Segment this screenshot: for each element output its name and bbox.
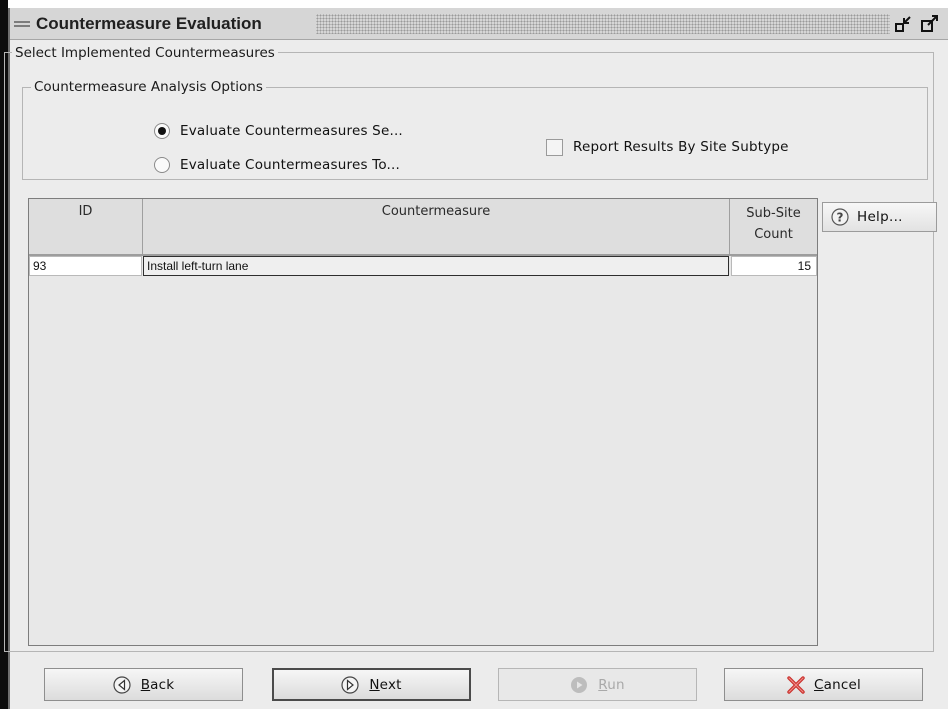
back-mnemonic: B <box>140 676 151 693</box>
cancel-button-label: Cancel <box>814 677 861 693</box>
evaluate-separately-label: Evaluate Countermeasures Se... <box>180 123 403 139</box>
radio-button-unchecked[interactable] <box>154 157 170 173</box>
next-arrow-icon <box>341 675 359 694</box>
cancel-mnemonic: C <box>814 676 824 693</box>
window-top-edge <box>0 0 948 8</box>
window-title: Countermeasure Evaluation <box>36 14 262 33</box>
column-header-sub-site-line1: Sub-Site <box>746 206 801 221</box>
column-header-countermeasure[interactable]: Countermeasure <box>143 199 730 254</box>
next-mnemonic: N <box>369 676 380 693</box>
run-mnemonic: R <box>598 676 608 693</box>
back-arrow-icon <box>113 675 131 694</box>
help-mnemonic: H <box>857 209 868 225</box>
cancel-label-rest: ancel <box>823 676 861 693</box>
run-icon <box>570 676 588 694</box>
title-drag-area[interactable] <box>316 14 890 34</box>
maximize-icon[interactable] <box>920 14 942 34</box>
help-label-rest: elp... <box>867 209 903 225</box>
column-header-id[interactable]: ID <box>29 199 143 254</box>
cancel-button[interactable]: Cancel <box>724 668 923 701</box>
restore-down-icon[interactable] <box>894 14 916 34</box>
radio-button-checked[interactable] <box>154 123 170 139</box>
report-by-subtype-label: Report Results By Site Subtype <box>573 139 789 155</box>
next-label-rest: ext <box>379 676 402 693</box>
back-label-rest: ack <box>150 676 175 693</box>
cell-countermeasure[interactable]: Install left-turn lane <box>143 256 729 276</box>
implemented-countermeasures-title: Select Implemented Countermeasures <box>12 45 278 61</box>
title-bar[interactable]: Countermeasure Evaluation <box>10 8 948 40</box>
evaluate-separately-radio[interactable]: Evaluate Countermeasures Se... <box>154 121 403 141</box>
run-button[interactable]: Run <box>498 668 697 701</box>
next-button-label: Next <box>369 677 401 693</box>
column-header-sub-site-count[interactable]: Sub-Site Count <box>730 199 817 254</box>
table-row[interactable]: 93 Install left-turn lane 15 <box>29 256 817 276</box>
back-button[interactable]: Back <box>44 668 243 701</box>
title-grip-icon <box>14 21 30 29</box>
table-header: ID Countermeasure Sub-Site Count <box>29 199 817 256</box>
help-question-icon: ? <box>831 208 849 226</box>
report-by-subtype-checkbox-row[interactable]: Report Results By Site Subtype <box>546 137 789 157</box>
next-button[interactable]: Next <box>272 668 471 701</box>
svg-text:?: ? <box>837 211 844 225</box>
analysis-options-title: Countermeasure Analysis Options <box>31 79 266 95</box>
evaluate-together-label: Evaluate Countermeasures To... <box>180 157 401 173</box>
run-label-rest: un <box>607 676 625 693</box>
cell-id[interactable]: 93 <box>29 256 142 276</box>
table-body: 93 Install left-turn lane 15 <box>29 256 817 276</box>
help-button[interactable]: ? Help... <box>822 202 937 232</box>
countermeasure-table[interactable]: ID Countermeasure Sub-Site Count 93 Inst… <box>28 198 818 646</box>
cell-sub-site-count[interactable]: 15 <box>731 256 817 276</box>
back-button-label: Back <box>141 677 175 693</box>
help-button-label: Help... <box>857 209 903 225</box>
cancel-x-icon <box>786 675 805 694</box>
report-by-subtype-checkbox[interactable] <box>546 138 563 156</box>
column-header-sub-site-line2: Count <box>754 227 793 242</box>
evaluate-together-radio[interactable]: Evaluate Countermeasures To... <box>154 155 400 175</box>
run-button-label: Run <box>598 677 625 693</box>
